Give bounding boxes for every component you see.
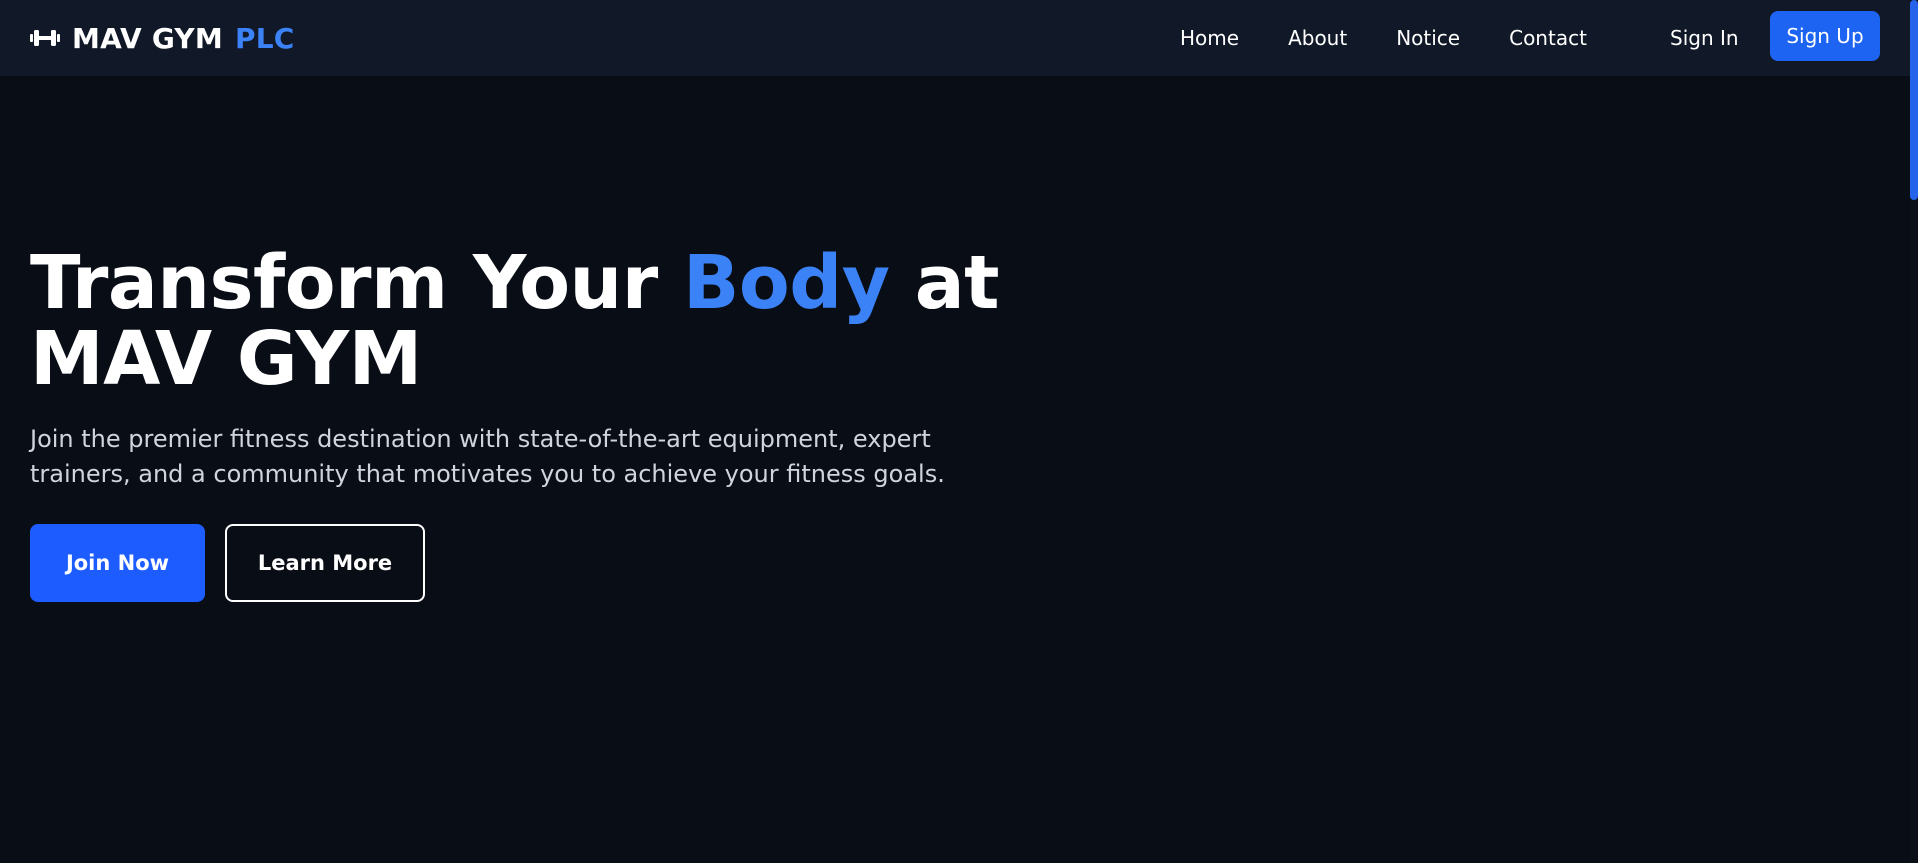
scrollbar[interactable] — [1910, 0, 1918, 863]
nav-link-about[interactable]: About — [1288, 26, 1347, 50]
learn-more-button[interactable]: Learn More — [225, 524, 425, 602]
brand-suffix: PLC — [234, 21, 295, 55]
scrollbar-thumb[interactable] — [1910, 0, 1918, 200]
nav-link-notice[interactable]: Notice — [1396, 26, 1460, 50]
hero-subtitle: Join the premier fitness destination wit… — [30, 425, 945, 488]
nav-link-contact[interactable]: Contact — [1509, 26, 1587, 50]
join-now-button[interactable]: Join Now — [30, 524, 205, 602]
nav-links: Home About Notice Contact — [1180, 0, 1636, 76]
hero-title-line2: MAV GYM — [30, 316, 422, 402]
nav-link-home[interactable]: Home — [1180, 26, 1239, 50]
hero-title-accent: Body — [682, 240, 890, 326]
hero-section: Transform Your Body at MAV GYM Join the … — [30, 245, 1030, 602]
brand-logo[interactable]: MAV GYM PLC — [30, 0, 294, 76]
hero-title-part1: Transform Your — [30, 240, 683, 326]
brand-name: MAV GYM — [72, 21, 223, 55]
hero-title-part2: at — [889, 240, 1000, 326]
navbar: MAV GYM PLC Home About Notice Contact Si… — [0, 0, 1910, 76]
sign-up-button[interactable]: Sign Up — [1770, 11, 1880, 61]
sign-in-button[interactable]: Sign In — [1670, 0, 1739, 76]
hero-title: Transform Your Body at MAV GYM — [30, 245, 1030, 397]
dumbbell-icon — [30, 27, 60, 49]
hero-actions: Join Now Learn More — [30, 524, 1030, 602]
